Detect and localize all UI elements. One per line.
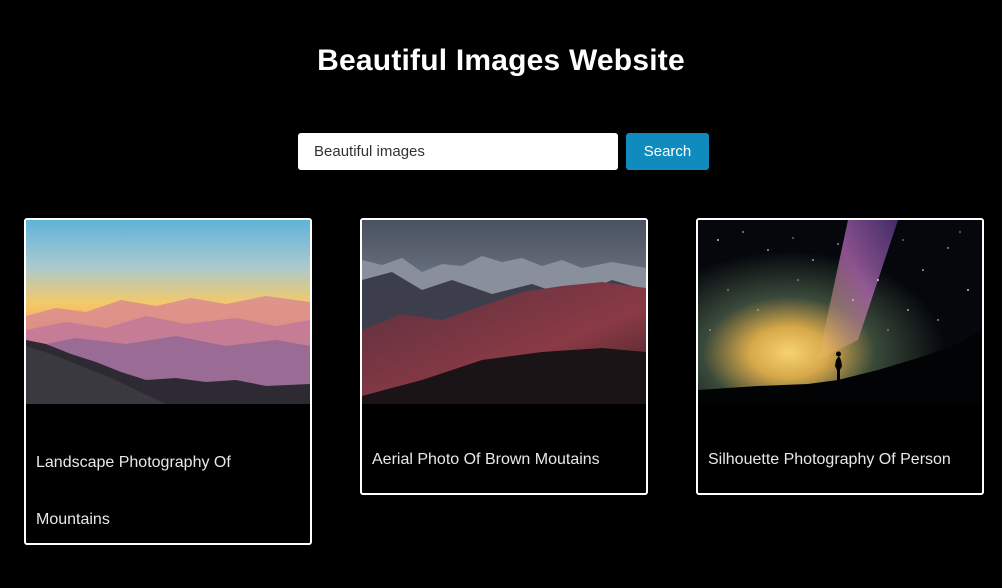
image-card[interactable]: Landscape Photography Of Mountains: [24, 218, 312, 545]
card-image: [698, 220, 982, 404]
card-caption: Landscape Photography Of Mountains: [36, 454, 231, 528]
image-card[interactable]: Aerial Photo Of Brown Moutains: [360, 218, 648, 495]
search-bar: Search: [298, 133, 709, 170]
search-input[interactable]: [298, 133, 618, 170]
card-image: [26, 220, 310, 404]
card-caption: Silhouette Photography Of Person: [708, 451, 951, 468]
card-caption: Aerial Photo Of Brown Moutains: [372, 451, 600, 468]
search-button[interactable]: Search: [626, 133, 709, 170]
card-image: [362, 220, 646, 404]
image-card[interactable]: Silhouette Photography Of Person: [696, 218, 984, 495]
page-title: Beautiful Images Website: [317, 44, 685, 77]
page: Beautiful Images Website Search: [0, 0, 1002, 588]
